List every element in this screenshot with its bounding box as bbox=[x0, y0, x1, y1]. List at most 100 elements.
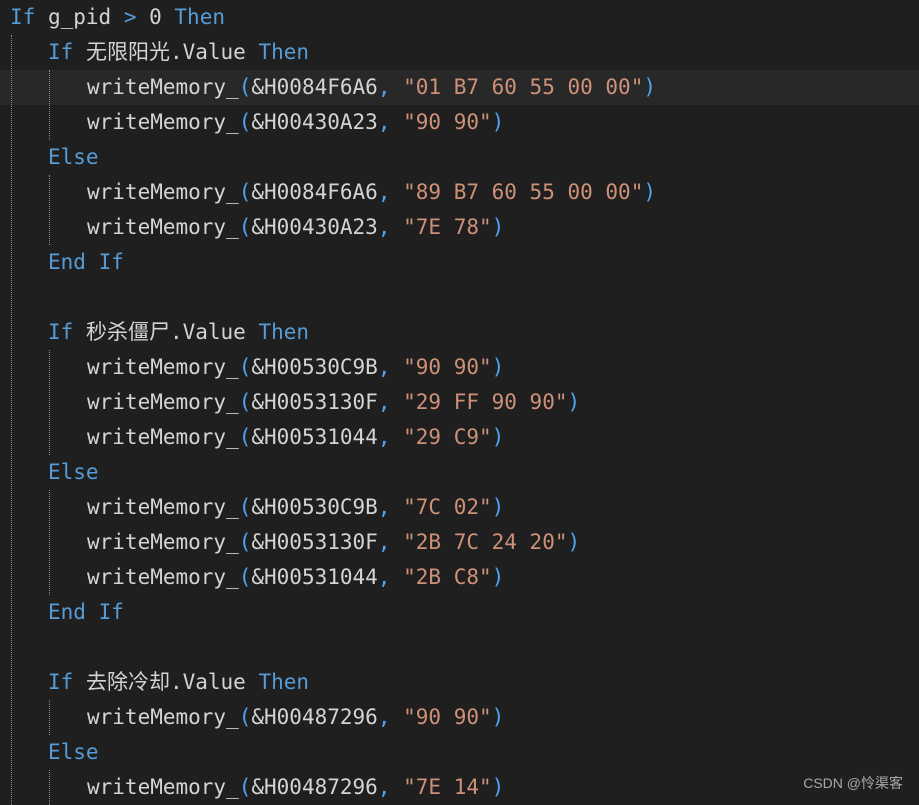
token-identifier: g_pid bbox=[35, 5, 124, 29]
token-bracket: ( bbox=[238, 180, 252, 204]
token-identifier bbox=[390, 110, 403, 134]
token-bracket: ( bbox=[238, 215, 252, 239]
code-line[interactable]: writeMemory_(&H0053130F, "29 FF 90 90") bbox=[0, 385, 919, 420]
code-line[interactable]: writeMemory_(&H0084F6A6, "01 B7 60 55 00… bbox=[0, 70, 919, 105]
code-line[interactable]: writeMemory_(&H00487296, "90 90") bbox=[0, 700, 919, 735]
code-line[interactable]: End If bbox=[0, 595, 919, 630]
token-keyword: If bbox=[48, 40, 74, 64]
token-keyword: > bbox=[123, 5, 137, 29]
code-line[interactable]: writeMemory_(&H0084F6A6, "89 B7 60 55 00… bbox=[0, 175, 919, 210]
token-identifier bbox=[390, 565, 403, 589]
token-keyword: End If bbox=[48, 250, 124, 274]
token-string: "89 B7 60 55 00 00" bbox=[403, 180, 644, 204]
indent-guide bbox=[49, 770, 50, 805]
token-keyword: Then bbox=[258, 40, 310, 64]
token-identifier: writeMemory_ bbox=[87, 355, 239, 379]
code-line-content: writeMemory_(&H00430A23, "90 90") bbox=[87, 105, 504, 140]
code-line-content: End If bbox=[48, 245, 124, 280]
token-identifier: 无限阳光.Value bbox=[73, 40, 259, 64]
token-identifier: &H00531044 bbox=[251, 565, 378, 589]
code-editor[interactable]: If g_pid > 0 Then If 无限阳光.Value Then write… bbox=[0, 0, 919, 805]
token-string: "7C 02" bbox=[403, 495, 492, 519]
code-line[interactable]: Else bbox=[0, 735, 919, 770]
token-bracket: ) bbox=[567, 390, 581, 414]
code-line-content: writeMemory_(&H00430A23, "7E 78") bbox=[87, 210, 504, 245]
code-line[interactable]: writeMemory_(&H00430A23, "90 90") bbox=[0, 105, 919, 140]
token-identifier: 去除冷却.Value bbox=[73, 670, 259, 694]
code-line-content: If g_pid > 0 Then bbox=[10, 0, 225, 35]
code-line-content: End If bbox=[48, 595, 124, 630]
code-line[interactable] bbox=[0, 280, 919, 315]
code-line[interactable]: If 去除冷却.Value Then bbox=[0, 665, 919, 700]
token-identifier bbox=[390, 530, 403, 554]
code-line[interactable]: If 无限阳光.Value Then bbox=[0, 35, 919, 70]
token-punctuation: , bbox=[377, 215, 391, 239]
code-line[interactable]: writeMemory_(&H00430A23, "7E 78") bbox=[0, 210, 919, 245]
token-bracket: ) bbox=[491, 355, 505, 379]
code-line[interactable] bbox=[0, 630, 919, 665]
token-keyword: Then bbox=[258, 670, 310, 694]
token-identifier: writeMemory_ bbox=[87, 705, 239, 729]
token-identifier: 秒杀僵尸.Value bbox=[73, 320, 259, 344]
token-punctuation: , bbox=[377, 530, 391, 554]
token-bracket: ) bbox=[491, 495, 505, 519]
token-identifier: &H0053130F bbox=[251, 530, 378, 554]
token-identifier: &H00487296 bbox=[251, 775, 378, 799]
token-string: "90 90" bbox=[403, 705, 492, 729]
code-line-content: writeMemory_(&H00531044, "2B C8") bbox=[87, 560, 504, 595]
token-keyword: If bbox=[48, 670, 74, 694]
token-identifier: writeMemory_ bbox=[87, 390, 239, 414]
token-identifier: writeMemory_ bbox=[87, 75, 239, 99]
token-punctuation: , bbox=[377, 355, 391, 379]
token-punctuation: , bbox=[377, 180, 391, 204]
indent-guide bbox=[49, 175, 50, 245]
code-line[interactable]: writeMemory_(&H00531044, "2B C8") bbox=[0, 560, 919, 595]
token-bracket: ) bbox=[491, 565, 505, 589]
token-keyword: End If bbox=[48, 600, 124, 624]
code-line[interactable]: writeMemory_(&H00530C9B, "7C 02") bbox=[0, 490, 919, 525]
token-identifier bbox=[390, 75, 403, 99]
token-identifier: writeMemory_ bbox=[87, 530, 239, 554]
code-line[interactable]: If 秒杀僵尸.Value Then bbox=[0, 315, 919, 350]
token-punctuation: , bbox=[377, 495, 391, 519]
code-line-content: Else bbox=[48, 455, 99, 490]
code-line[interactable]: writeMemory_(&H00531044, "29 C9") bbox=[0, 420, 919, 455]
code-line-content: If 无限阳光.Value Then bbox=[48, 35, 309, 70]
code-line-content: If 秒杀僵尸.Value Then bbox=[48, 315, 309, 350]
token-string: "90 90" bbox=[403, 110, 492, 134]
token-bracket: ) bbox=[567, 530, 581, 554]
token-identifier: &H00531044 bbox=[251, 425, 378, 449]
code-line-content: writeMemory_(&H00530C9B, "90 90") bbox=[87, 350, 504, 385]
indent-guide bbox=[49, 490, 50, 595]
code-line[interactable]: Else bbox=[0, 455, 919, 490]
token-identifier: &H00530C9B bbox=[251, 495, 378, 519]
token-identifier bbox=[390, 425, 403, 449]
token-keyword: Then bbox=[174, 5, 225, 29]
token-string: "01 B7 60 55 00 00" bbox=[403, 75, 644, 99]
token-bracket: ) bbox=[491, 425, 505, 449]
token-bracket: ) bbox=[643, 180, 656, 204]
token-identifier bbox=[390, 705, 403, 729]
indent-guide bbox=[49, 700, 50, 735]
token-bracket: ( bbox=[238, 390, 252, 414]
token-identifier: writeMemory_ bbox=[87, 215, 239, 239]
token-bracket: ( bbox=[238, 705, 252, 729]
token-string: "29 FF 90 90" bbox=[403, 390, 568, 414]
code-line-content: writeMemory_(&H0084F6A6, "89 B7 60 55 00… bbox=[87, 175, 656, 210]
code-line[interactable]: If g_pid > 0 Then bbox=[0, 0, 919, 35]
code-line[interactable]: writeMemory_(&H0053130F, "2B 7C 24 20") bbox=[0, 525, 919, 560]
code-line[interactable]: End If bbox=[0, 245, 919, 280]
token-punctuation: , bbox=[377, 75, 391, 99]
token-bracket: ( bbox=[238, 775, 252, 799]
token-bracket: ( bbox=[238, 110, 252, 134]
token-identifier: writeMemory_ bbox=[87, 495, 239, 519]
code-line-content: writeMemory_(&H00530C9B, "7C 02") bbox=[87, 490, 504, 525]
token-identifier bbox=[390, 390, 403, 414]
code-line[interactable]: writeMemory_(&H00530C9B, "90 90") bbox=[0, 350, 919, 385]
token-identifier: writeMemory_ bbox=[87, 565, 239, 589]
token-punctuation: , bbox=[377, 425, 391, 449]
code-line[interactable]: writeMemory_(&H00487296, "7E 14") bbox=[0, 770, 919, 805]
code-line[interactable]: Else bbox=[0, 140, 919, 175]
token-identifier: &H00487296 bbox=[251, 705, 378, 729]
token-string: "2B 7C 24 20" bbox=[403, 530, 568, 554]
